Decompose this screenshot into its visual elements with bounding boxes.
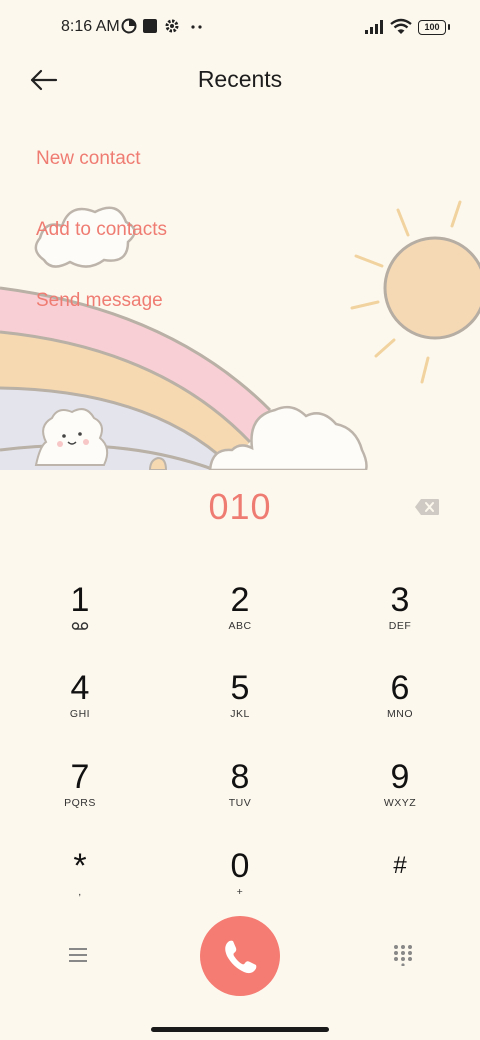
key-9[interactable]: 9 WXYZ — [320, 759, 480, 845]
key-letters: PQRS — [64, 797, 96, 809]
key-digit: 8 — [230, 758, 250, 796]
key-letters: , — [78, 886, 82, 898]
dialed-number: 010 — [208, 486, 272, 527]
square-notification-icon — [143, 19, 157, 33]
key-star[interactable]: * , — [0, 848, 160, 934]
key-3[interactable]: 3 DEF — [320, 582, 480, 668]
send-message-action[interactable]: Send message — [36, 290, 163, 312]
add-to-contacts-action[interactable]: Add to contacts — [36, 219, 167, 241]
key-letters: WXYZ — [383, 797, 417, 809]
key-1[interactable]: 1 — [0, 582, 160, 668]
battery-icon: 100 — [418, 20, 450, 35]
status-bar: 8:16 AM 100 — [0, 0, 480, 56]
key-letters: MNO — [387, 708, 413, 720]
key-5[interactable]: 5 JKL — [160, 670, 320, 756]
new-contact-action[interactable]: New contact — [36, 148, 141, 170]
wifi-icon — [390, 18, 412, 34]
data-saver-icon — [121, 18, 137, 34]
key-digit: # — [393, 852, 407, 879]
voicemail-icon — [71, 622, 89, 630]
page-title: Recents — [197, 66, 283, 92]
settings-icon — [165, 19, 179, 33]
key-letters: ABC — [228, 620, 252, 632]
key-letters: + — [236, 886, 244, 898]
phone-icon — [225, 940, 257, 974]
key-letters: JKL — [230, 708, 250, 720]
key-2[interactable]: 2 ABC — [160, 582, 320, 668]
key-digit: 0 — [230, 847, 250, 885]
key-digit: 2 — [230, 581, 250, 619]
key-digit: 3 — [390, 581, 410, 619]
status-time: 8:16 AM — [61, 18, 120, 35]
home-indicator[interactable] — [151, 1027, 329, 1032]
key-digit: 5 — [230, 669, 250, 707]
key-hash[interactable]: # — [320, 848, 480, 934]
key-digit: 1 — [70, 581, 90, 619]
signal-icon — [365, 20, 383, 34]
menu-icon[interactable] — [66, 944, 90, 966]
key-8[interactable]: 8 TUV — [160, 759, 320, 845]
key-7[interactable]: 7 PQRS — [0, 759, 160, 845]
more-dots-icon — [191, 25, 202, 29]
key-letters: GHI — [69, 708, 91, 720]
key-digit: 4 — [70, 669, 90, 707]
key-letters: DEF — [388, 620, 412, 632]
key-digit: * — [73, 847, 87, 885]
backspace-icon[interactable] — [414, 498, 440, 516]
key-4[interactable]: 4 GHI — [0, 670, 160, 756]
call-button[interactable] — [200, 916, 280, 996]
key-digit: 6 — [390, 669, 410, 707]
dialpad-icon[interactable] — [392, 944, 414, 966]
key-digit: 9 — [390, 758, 410, 796]
key-6[interactable]: 6 MNO — [320, 670, 480, 756]
key-letters: TUV — [228, 797, 252, 809]
key-digit: 7 — [70, 758, 90, 796]
